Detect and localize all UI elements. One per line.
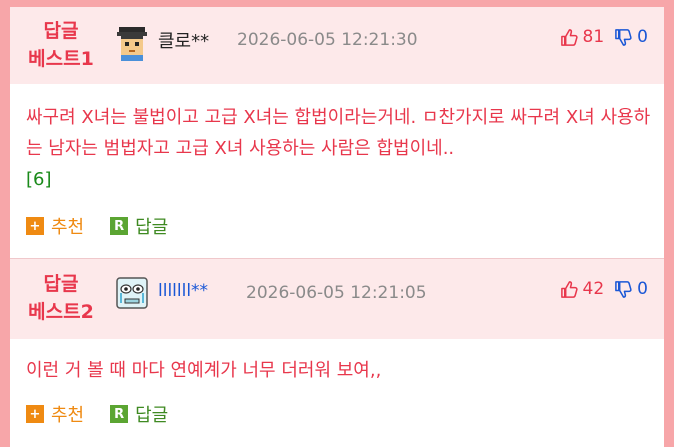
reply-body: 이런 거 볼 때 마다 연예계가 너무 더러워 보여,, bbox=[26, 355, 656, 386]
reply-body: 싸구려 X녀는 불법이고 고급 X녀는 합법이라는거네. ㅁ찬가지로 싸구려 X… bbox=[26, 102, 656, 195]
downvote-count: 0 bbox=[637, 27, 648, 47]
thumbs-up-icon[interactable] bbox=[560, 280, 579, 299]
reply-button[interactable]: R 답글 bbox=[110, 213, 168, 239]
sub-reply-count[interactable]: [6] bbox=[26, 169, 52, 190]
post-date: 2026-06-05 12:21:30 bbox=[237, 30, 418, 50]
reply-button[interactable]: R 답글 bbox=[110, 401, 168, 427]
upvote-count: 42 bbox=[582, 279, 605, 299]
reply-header: 답글 베스트2 lllllll** 2026-06-05 12:21:05 42… bbox=[10, 259, 664, 339]
best-reply-2: 답글 베스트2 lllllll** 2026-06-05 12:21:05 42… bbox=[10, 259, 664, 447]
reply-label: 답글 bbox=[135, 405, 169, 426]
recommend-label: 추천 bbox=[51, 217, 85, 238]
best-rank-line1: 답글 bbox=[43, 273, 79, 295]
vote-box: 42 0 bbox=[560, 277, 648, 301]
recommend-button[interactable]: + 추천 bbox=[26, 401, 84, 427]
nickname[interactable]: lllllll** bbox=[158, 281, 208, 301]
best-rank-line1: 답글 bbox=[43, 20, 79, 42]
thumbs-up-icon[interactable] bbox=[560, 28, 579, 47]
reply-header: 답글 베스트1 클로** 2026-06-05 12:21:30 81 0 bbox=[10, 7, 664, 84]
best-rank-line2: 베스트2 bbox=[28, 301, 94, 323]
reply-actions: + 추천 R 답글 bbox=[26, 401, 194, 427]
post-date: 2026-06-05 12:21:05 bbox=[246, 283, 427, 303]
recommend-button[interactable]: + 추천 bbox=[26, 213, 84, 239]
reply-icon: R bbox=[110, 217, 129, 235]
best-rank-line2: 베스트1 bbox=[28, 48, 94, 70]
best-rank-label: 답글 베스트2 bbox=[10, 270, 112, 326]
thumbs-down-icon[interactable] bbox=[614, 280, 633, 299]
best-reply-1: 답글 베스트1 클로** 2026-06-05 12:21:30 81 0 싸구… bbox=[10, 7, 664, 258]
plus-icon: + bbox=[26, 405, 44, 423]
reply-actions: + 추천 R 답글 bbox=[26, 213, 194, 239]
reply-icon: R bbox=[110, 405, 129, 423]
plus-icon: + bbox=[26, 217, 44, 235]
thumbs-down-icon[interactable] bbox=[614, 28, 633, 47]
graduate-avatar-icon[interactable] bbox=[114, 25, 150, 61]
downvote-count: 0 bbox=[637, 279, 648, 299]
upvote-count: 81 bbox=[582, 27, 605, 47]
best-rank-label: 답글 베스트1 bbox=[10, 17, 112, 73]
reply-text: 이런 거 볼 때 마다 연예계가 너무 더러워 보여,, bbox=[26, 360, 382, 381]
reply-label: 답글 bbox=[135, 217, 169, 238]
recommend-label: 추천 bbox=[51, 405, 85, 426]
vote-box: 81 0 bbox=[560, 25, 648, 49]
nickname[interactable]: 클로** bbox=[158, 27, 209, 53]
reply-text: 싸구려 X녀는 불법이고 고급 X녀는 합법이라는거네. ㅁ찬가지로 싸구려 X… bbox=[26, 107, 651, 159]
crying-face-avatar-icon[interactable] bbox=[114, 275, 150, 311]
